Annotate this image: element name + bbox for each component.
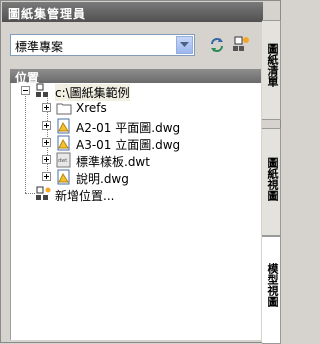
add-location-icon [35, 186, 51, 205]
location-tree[interactable]: c:\圖紙集範例 Xrefs A2-01 平面圖.dwg A3-01 立面圖.d… [10, 83, 261, 340]
tree-connector [25, 193, 35, 194]
sheet-set-manager-palette: 圖紙集管理員 標準專案 位置 c:\圖紙集範例 Xrefs A2-01 平面圖.… [0, 0, 281, 344]
tree-item-label: 標準樣板.dwt [76, 155, 150, 169]
sheet-set-selector-value: 標準專案 [15, 40, 64, 54]
new-location-button[interactable] [230, 34, 252, 56]
tree-root-label: c:\圖紙集範例 [55, 84, 130, 101]
tab-sheet-list[interactable]: 圖紙清單 [262, 20, 281, 120]
palette-titlebar[interactable]: 圖紙集管理員 [2, 2, 263, 22]
expand-icon[interactable] [42, 121, 51, 130]
collapse-icon[interactable] [21, 86, 30, 95]
sheet-set-selector[interactable]: 標準專案 [10, 34, 195, 56]
tree-item-label: 說明.dwg [76, 172, 129, 186]
dwg-file-icon [56, 169, 72, 188]
tree-connector [25, 93, 26, 193]
palette-tabs: 圖紙清單 圖紙視圖 模型視圖 [262, 2, 281, 344]
tree-item-label: Xrefs [76, 101, 107, 115]
tab-sheet-list-label: 圖紙清單 [266, 43, 279, 87]
refresh-button[interactable] [206, 34, 228, 56]
expand-icon[interactable] [42, 103, 51, 112]
tree-item-label: A2-01 平面圖.dwg [76, 121, 181, 135]
tab-sheet-views-label: 圖紙視圖 [266, 157, 279, 201]
tab-sheet-views[interactable]: 圖紙視圖 [262, 128, 281, 236]
expand-icon[interactable] [42, 172, 51, 181]
folder-icon [56, 100, 72, 119]
expand-icon[interactable] [42, 138, 51, 147]
chevron-down-icon[interactable] [176, 36, 193, 54]
section-header: 位置 [10, 69, 261, 85]
tree-item-label: A3-01 立面圖.dwg [76, 138, 181, 152]
add-location-label: 新增位置... [55, 189, 115, 203]
sheetset-location-icon [35, 83, 51, 102]
tab-model-views[interactable]: 模型視圖 [262, 236, 281, 344]
palette-title: 圖紙集管理員 [8, 7, 87, 21]
svg-text:dwt: dwt [58, 158, 67, 164]
expand-icon[interactable] [42, 155, 51, 164]
tab-model-views-label: 模型視圖 [266, 263, 279, 307]
